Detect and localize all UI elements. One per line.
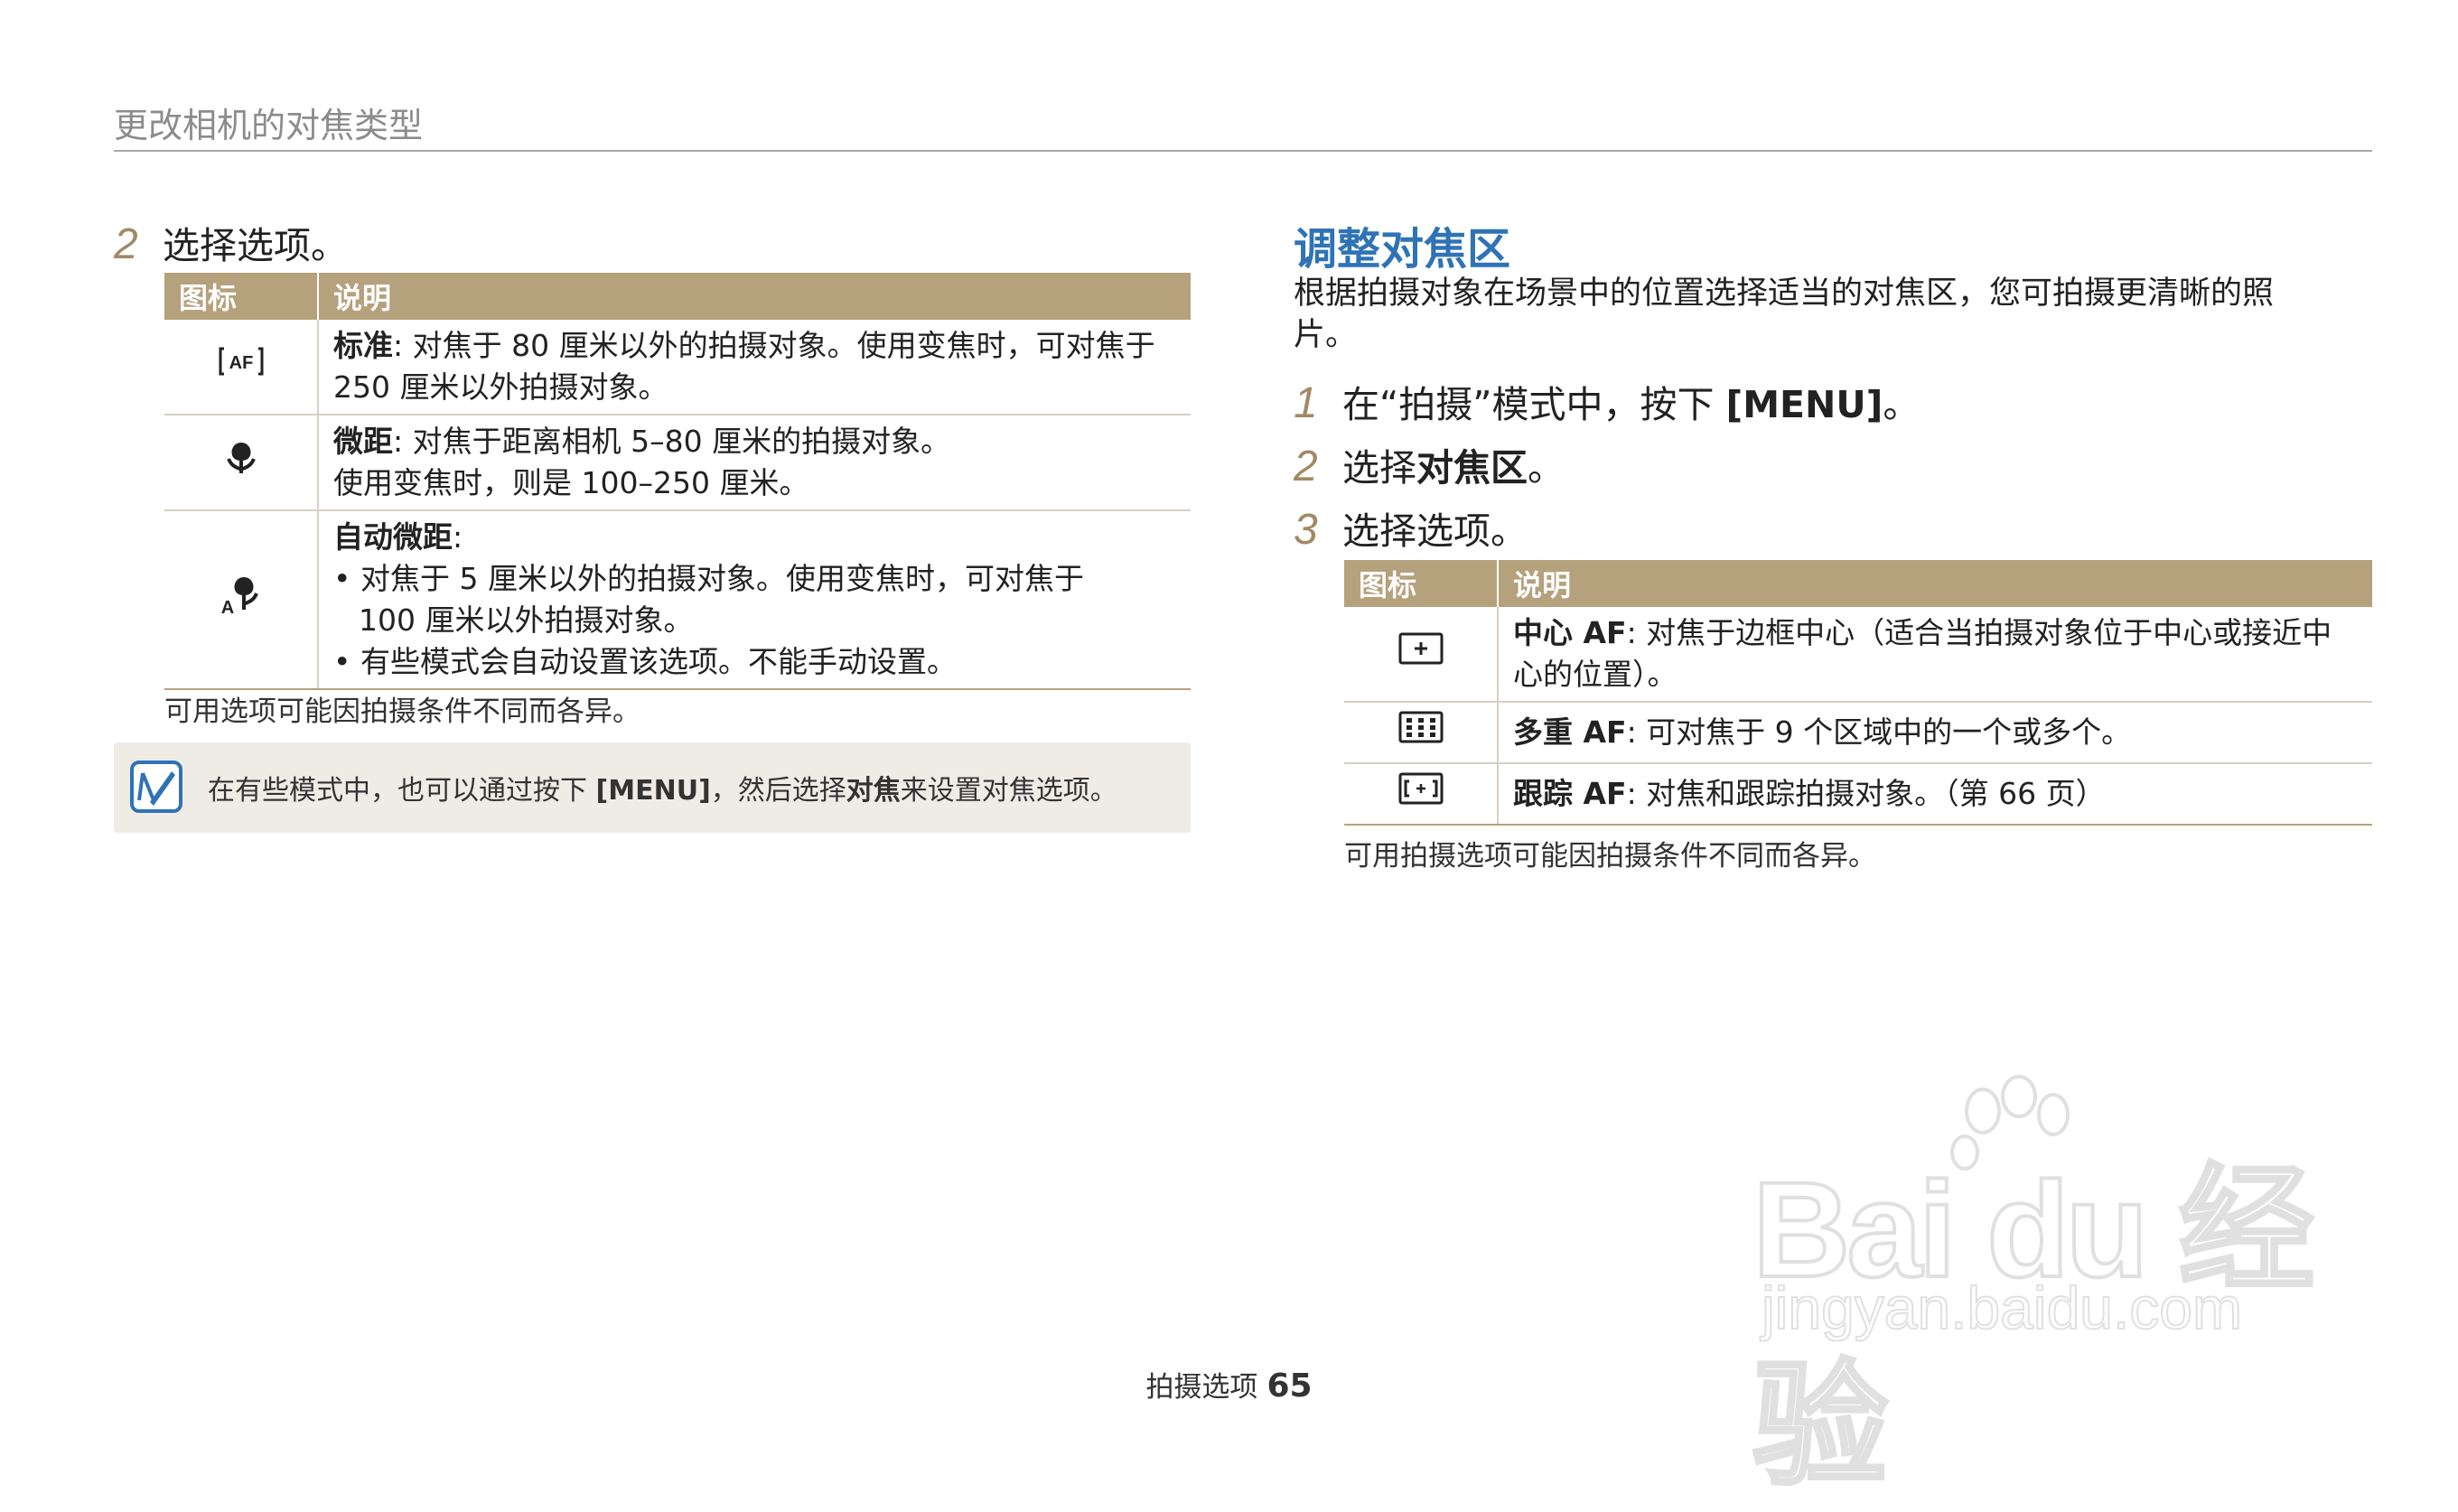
row-desc: 多重 AF: 可对焦于 9 个区域中的一个或多个。 — [1498, 702, 2372, 764]
desc-line: 使用变焦时，则是 100–250 厘米。 — [333, 465, 809, 500]
step-text-end: 。 — [1528, 446, 1565, 490]
tip-box: 在有些模式中，也可以通过按下 [MENU]，然后选择对焦来设置对焦选项。 — [114, 742, 1191, 833]
option-term: 微距 — [333, 424, 393, 459]
tracking-af-icon — [1344, 763, 1499, 826]
right-footnote: 可用拍摄选项可能因拍摄条件不同而各异。 — [1344, 840, 1876, 873]
section-title: 调整对焦区 — [1294, 224, 1511, 275]
svg-text:A: A — [220, 598, 233, 617]
table-header-desc: 说明 — [1498, 560, 2372, 607]
table-row: 多重 AF: 可对焦于 9 个区域中的一个或多个。 — [1344, 702, 2372, 764]
row-desc: 微距: 对焦于距离相机 5–80 厘米的拍摄对象。 使用变焦时，则是 100–2… — [318, 415, 1191, 511]
step-text-end: 。 — [1883, 383, 1921, 426]
table-row: 微距: 对焦于距离相机 5–80 厘米的拍摄对象。 使用变焦时，则是 100–2… — [164, 415, 1191, 511]
macro-icon — [164, 415, 319, 511]
footer-section: 拍摄选项 — [1145, 1371, 1258, 1404]
row-desc: 自动微距: • 对焦于 5 厘米以外的拍摄对象。使用变焦时，可对焦于 100 厘… — [318, 510, 1191, 690]
bullet-item: • 对焦于 5 厘米以外的拍摄对象。使用变焦时，可对焦于 — [333, 561, 1084, 596]
af-standard-icon: AF — [164, 320, 319, 415]
table-row: A 自动微距: • 对焦于 5 厘米以外的拍摄对象。使用变焦时，可对焦于 100… — [164, 510, 1191, 690]
header-divider — [114, 150, 2372, 152]
term-colon: : — [453, 519, 463, 555]
row-desc: 跟踪 AF: 对焦和跟踪拍摄对象。（第 66 页） — [1498, 763, 2372, 826]
option-term: 自动微距 — [333, 519, 453, 555]
step-number: 2 — [1294, 443, 1318, 490]
row-desc: 标准: 对焦于 80 厘米以外的拍摄对象。使用变焦时，可对焦于 250 厘米以外… — [318, 320, 1191, 415]
tip-text: 在有些模式中，也可以通过按下 [MENU]，然后选择对焦来设置对焦选项。 — [208, 768, 1117, 807]
option-term: 标准 — [333, 328, 393, 363]
bullet-line: 有些模式会自动设置该选项。不能手动设置。 — [360, 644, 957, 679]
desc-line: 心的位置）。 — [1513, 657, 1678, 692]
desc-line: : 对焦于边框中心（适合当拍摄对象位于中心或接近中 — [1626, 615, 2332, 650]
right-step-2: 2 选择对焦区。 — [1294, 437, 1565, 491]
step-number: 1 — [1294, 379, 1318, 427]
table-header-icon: 图标 — [1344, 560, 1499, 607]
page-footer: 拍摄选项 65 — [0, 1364, 2458, 1405]
desc-line: : 对焦于 80 厘米以外的拍摄对象。使用变焦时，可对焦于 — [393, 328, 1155, 363]
baidu-jingyan-watermark: Bai du 经验 jingyan.baidu.com — [1751, 1075, 2331, 1503]
svg-text:AF: AF — [229, 353, 253, 373]
desc-line: : 对焦于距离相机 5–80 厘米的拍摄对象。 — [393, 424, 951, 459]
desc-line: : 可对焦于 9 个区域中的一个或多个。 — [1626, 714, 2132, 750]
row-desc: 中心 AF: 对焦于边框中心（适合当拍摄对象位于中心或接近中 心的位置）。 — [1498, 607, 2372, 703]
page-number: 65 — [1266, 1367, 1313, 1405]
bullet-line: 对焦于 5 厘米以外的拍摄对象。使用变焦时，可对焦于 — [360, 561, 1084, 596]
table-row: 跟踪 AF: 对焦和跟踪拍摄对象。（第 66 页） — [1344, 763, 2372, 826]
desc-line: : 对焦和跟踪拍摄对象。（第 66 页） — [1626, 776, 2106, 811]
option-term: 多重 AF — [1513, 714, 1627, 750]
step-text: 选择选项。 — [1342, 509, 1528, 553]
bullet-line: 100 厘米以外拍摄对象。 — [359, 602, 694, 638]
watermark-url: jingyan.baidu.com — [1761, 1274, 2243, 1342]
desc-line: 250 厘米以外拍摄对象。 — [333, 369, 668, 405]
left-footnote: 可用选项可能因拍摄条件不同而各异。 — [164, 695, 640, 728]
step-text: 选择选项。 — [163, 224, 348, 267]
option-term: 中心 AF — [1513, 615, 1627, 650]
menu-key: [MENU] — [595, 775, 711, 807]
section-description: 根据拍摄对象在场景中的位置选择适当的对焦区，您可拍摄更清晰的照片。 — [1294, 275, 2275, 353]
option-term: 跟踪 AF — [1513, 776, 1627, 811]
left-step-2: 2 选择选项。 — [114, 215, 348, 269]
bullet-item: • 有些模式会自动设置该选项。不能手动设置。 — [333, 644, 957, 679]
step-term: 对焦区 — [1416, 446, 1528, 490]
multi-af-icon — [1344, 702, 1499, 764]
center-af-icon — [1344, 607, 1499, 703]
table-header-icon: 图标 — [164, 273, 319, 320]
table-header-row: 图标 说明 — [1344, 560, 2372, 607]
right-step-1: 1 在“拍摄”模式中，按下 [MENU]。 — [1294, 374, 1920, 428]
step-number: 2 — [114, 220, 138, 268]
tip-text-pre: 在有些模式中，也可以通过按下 — [208, 775, 596, 807]
focus-type-table: 图标 说明 AF 标准: 对焦于 80 厘米以外的拍摄对象。使用变焦时，可对焦于… — [164, 273, 1191, 690]
tip-text-mid: ，然后选择 — [710, 775, 846, 807]
right-step-3: 3 选择选项。 — [1294, 500, 1528, 555]
step-text: 在“拍摄”模式中，按下 — [1342, 383, 1726, 426]
tip-term: 对焦 — [846, 775, 901, 807]
table-header-desc: 说明 — [318, 273, 1191, 320]
note-pencil-icon — [130, 761, 182, 813]
focus-area-table: 图标 说明 中心 AF: 对焦于边框中心（适合当拍摄对象位于中心或接近中 心的位… — [1344, 560, 2372, 826]
tip-text-post: 来设置对焦选项。 — [900, 775, 1117, 807]
page-header-title: 更改相机的对焦类型 — [114, 106, 424, 145]
table-row: 中心 AF: 对焦于边框中心（适合当拍摄对象位于中心或接近中 心的位置）。 — [1344, 607, 2372, 703]
menu-key: [MENU] — [1725, 383, 1883, 426]
table-row: AF 标准: 对焦于 80 厘米以外的拍摄对象。使用变焦时，可对焦于 250 厘… — [164, 320, 1191, 415]
table-header-row: 图标 说明 — [164, 273, 1191, 320]
step-number: 3 — [1294, 506, 1318, 554]
auto-macro-icon: A — [164, 510, 319, 690]
step-text: 选择 — [1342, 446, 1416, 490]
